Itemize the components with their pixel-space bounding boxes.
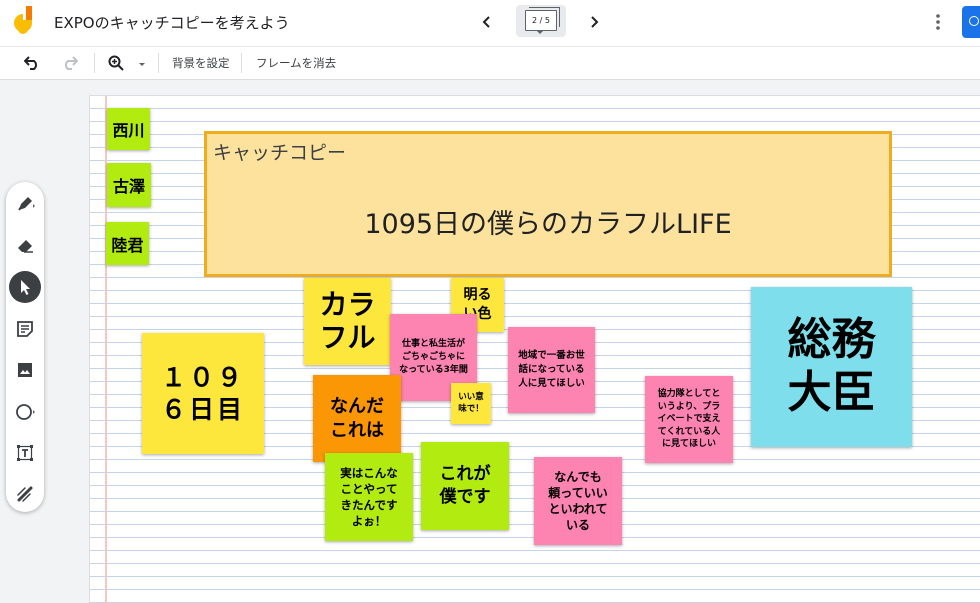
cursor-icon (21, 280, 30, 295)
sticky-note-nishikawa[interactable]: 西川 (107, 108, 150, 150)
chevron-right-icon (591, 16, 599, 28)
next-frame-button[interactable] (581, 9, 607, 35)
sticky-note-rely[interactable]: なんでも 頼っていい といわれて いる (534, 457, 622, 545)
more-options-button[interactable] (928, 9, 948, 35)
sticky-note-actually[interactable]: 実はこんな ことやって きたんです よぉ！ (325, 453, 413, 541)
catchphrase-text: 1095日の僕らのカラフルLIFE (364, 209, 732, 240)
laser-icon (17, 486, 33, 502)
chevron-left-icon (482, 16, 490, 28)
zoom-dropdown-icon[interactable] (139, 63, 145, 66)
sticky-note-rikukun[interactable]: 陸君 (106, 222, 149, 265)
frame-switcher-button[interactable]: 2 / 5 (516, 5, 566, 37)
whiteboard-canvas[interactable]: キャッチコピー 1095日の僕らのカラフルLIFE 西川 古澤 陸君 カラ フル… (89, 95, 980, 603)
clear-frame-button[interactable]: フレームを消去 (256, 55, 336, 71)
sticky-note-tool-button[interactable] (9, 313, 41, 345)
toolbar-divider (158, 53, 159, 73)
sticky-note-this-is-us[interactable]: これが 僕です (421, 442, 509, 530)
redo-icon (65, 56, 78, 70)
sticky-note-day1096[interactable]: １０９ ６日目 (142, 333, 264, 454)
share-button[interactable] (962, 6, 980, 38)
catchphrase-label: キャッチコピー (213, 142, 347, 164)
document-title[interactable]: EXPOのキャッチコピーを考えよう (54, 12, 290, 33)
more-vert-icon (936, 14, 940, 30)
laser-tool-button[interactable] (9, 478, 41, 510)
undo-button[interactable] (20, 51, 44, 75)
app-header: EXPOのキャッチコピーを考えよう 2 / 5 (0, 0, 980, 47)
sticky-note-supporters[interactable]: 協力隊としてと いうより、プラ イベートで支え てくれている人 に見てほしい (645, 376, 733, 463)
sticky-note-colorful[interactable]: カラ フル (304, 278, 391, 365)
jamboard-logo-icon (14, 6, 38, 38)
toolbar-divider (94, 53, 95, 73)
person-add-icon (969, 16, 979, 26)
text-box-icon (17, 445, 33, 461)
catchphrase-box[interactable]: キャッチコピー 1095日の僕らのカラフルLIFE (204, 131, 892, 277)
caret-down-icon (537, 31, 543, 34)
sticky-note-furusawa[interactable]: 古澤 (107, 163, 151, 207)
eraser-tool-button[interactable] (9, 229, 41, 261)
sticky-note-nandakore[interactable]: なんだ これは (313, 375, 401, 462)
sticky-note-icon (17, 321, 33, 337)
sticky-note-minister[interactable]: 総務 大臣 (751, 287, 912, 447)
image-icon (18, 363, 32, 377)
sticky-note-local[interactable]: 地域で一番お世 話になっている 人に見てほしい (508, 327, 595, 413)
redo-button[interactable] (58, 51, 82, 75)
toolbar-divider (241, 53, 242, 73)
frame-counter: 2 / 5 (532, 16, 550, 25)
sticky-note-good-meaning[interactable]: いい意 味で！ (451, 383, 491, 424)
undo-icon (24, 56, 37, 70)
select-tool-button[interactable] (9, 271, 41, 303)
pen-icon (18, 197, 35, 211)
text-box-tool-button[interactable] (9, 437, 41, 469)
eraser-icon (18, 240, 33, 253)
zoom-icon (108, 55, 124, 71)
edit-toolbar: 背景を設定 フレームを消去 (0, 47, 980, 80)
set-background-button[interactable]: 背景を設定 (172, 55, 230, 71)
zoom-button[interactable] (104, 51, 128, 75)
prev-frame-button[interactable] (474, 9, 500, 35)
image-tool-button[interactable] (9, 354, 41, 386)
tool-rail (6, 182, 44, 512)
circle-icon (16, 404, 35, 420)
pen-tool-button[interactable] (9, 188, 41, 220)
shape-tool-button[interactable] (9, 396, 41, 428)
